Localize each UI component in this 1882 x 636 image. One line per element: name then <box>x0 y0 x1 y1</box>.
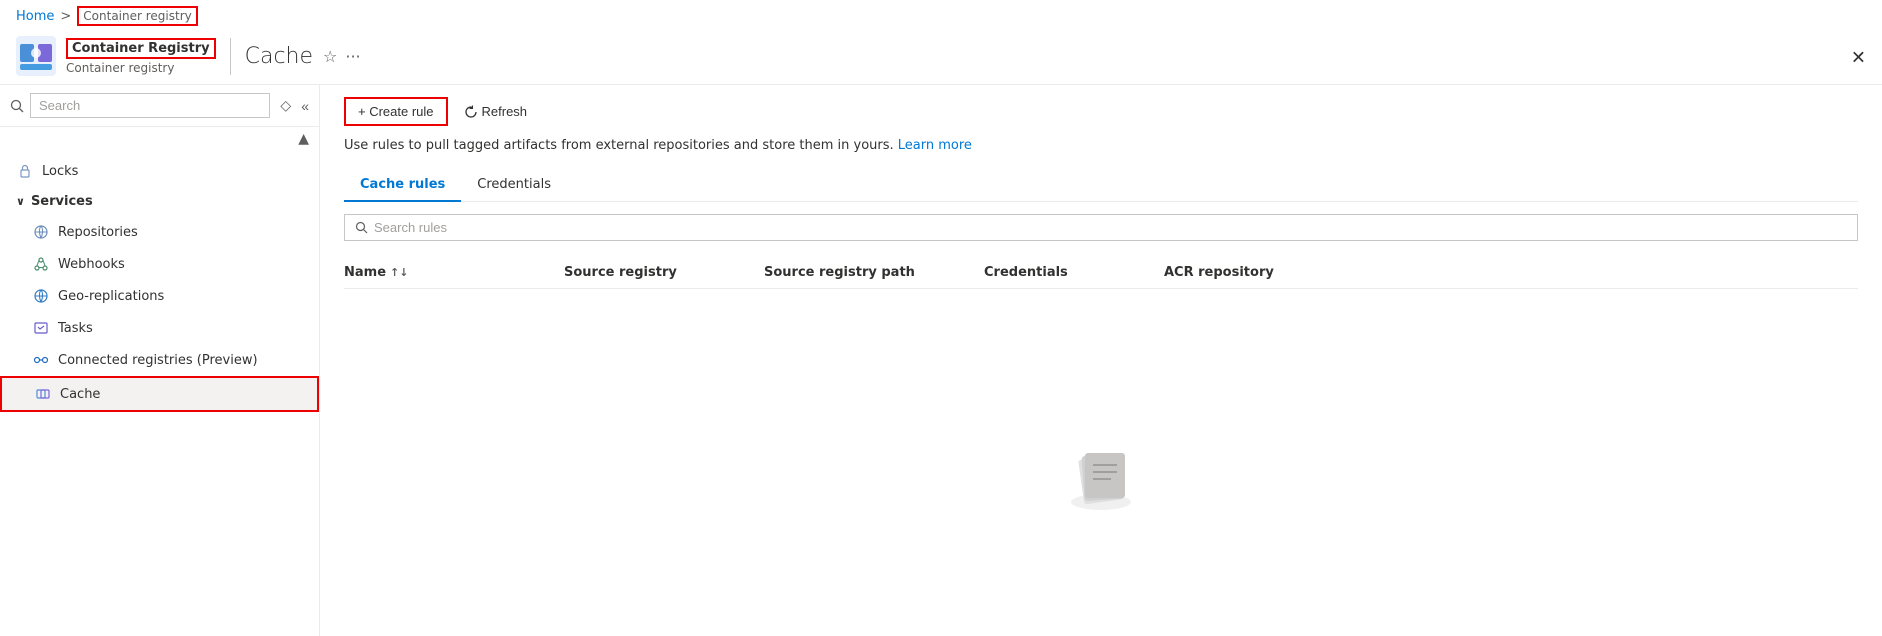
learn-more-link[interactable]: Learn more <box>898 138 972 153</box>
empty-state <box>344 289 1858 624</box>
col-header-path: Source registry path <box>764 265 984 280</box>
favorite-icon[interactable]: ☆ <box>323 47 337 66</box>
more-options-icon[interactable]: ··· <box>345 47 360 66</box>
geo-icon <box>32 287 50 305</box>
sidebar-item-cache[interactable]: Cache <box>0 376 319 412</box>
sidebar-section-label-services: Services <box>31 194 93 209</box>
close-icon[interactable]: ✕ <box>1851 48 1866 69</box>
connected-icon <box>32 351 50 369</box>
refresh-button[interactable]: Refresh <box>456 99 536 124</box>
sidebar-item-label-cache: Cache <box>60 387 100 402</box>
refresh-label: Refresh <box>482 104 528 119</box>
search-icon <box>10 99 24 113</box>
sidebar-item-label-geo: Geo-replications <box>58 289 164 304</box>
sidebar-item-label-tasks: Tasks <box>58 321 93 336</box>
cache-icon <box>34 385 52 403</box>
breadcrumb-current: Container registry <box>77 6 197 26</box>
resource-name-label: Container Registry <box>66 38 216 59</box>
col-header-name: Name ↑↓ <box>344 265 564 280</box>
sort-icon[interactable]: ↑↓ <box>390 266 408 279</box>
info-text-content: Use rules to pull tagged artifacts from … <box>344 138 894 153</box>
sidebar-item-label-repositories: Repositories <box>58 225 138 240</box>
create-rule-button[interactable]: + Create rule <box>344 97 448 126</box>
col-header-credentials: Credentials <box>984 265 1164 280</box>
webhooks-icon <box>32 255 50 273</box>
lock-icon <box>16 162 34 180</box>
tab-cache-rules[interactable]: Cache rules <box>344 169 461 202</box>
breadcrumb: Home > Container registry <box>0 0 1882 32</box>
empty-illustration <box>1061 437 1141 517</box>
tab-credentials[interactable]: Credentials <box>461 169 567 202</box>
header-actions: ☆ ··· <box>323 47 361 66</box>
sidebar-search-bar: ◇ « <box>0 85 319 127</box>
col-header-acr: ACR repository <box>1164 265 1858 280</box>
sidebar-item-label-connected: Connected registries (Preview) <box>58 353 258 368</box>
header-title-group: Container Registry Container registry <box>66 38 231 75</box>
sidebar-item-label-webhooks: Webhooks <box>58 257 125 272</box>
breadcrumb-home[interactable]: Home <box>16 9 54 24</box>
page-title: Cache <box>245 44 313 69</box>
sidebar-item-geo-replications[interactable]: Geo-replications <box>0 280 319 312</box>
tabs: Cache rules Credentials <box>344 169 1858 202</box>
main-content: + Create rule Refresh Use rules to pull … <box>320 85 1882 636</box>
search-input[interactable] <box>30 93 270 118</box>
col-header-source: Source registry <box>564 265 764 280</box>
sidebar-section-services[interactable]: ∨ Services <box>0 187 319 216</box>
table-header: Name ↑↓ Source registry Source registry … <box>344 257 1858 289</box>
search-rules-icon <box>355 221 368 234</box>
collapse-button[interactable]: « <box>301 98 309 114</box>
resource-icon <box>16 36 56 76</box>
toolbar: + Create rule Refresh <box>344 97 1858 126</box>
search-rules-input[interactable] <box>374 220 1847 235</box>
sidebar-item-repositories[interactable]: Repositories <box>0 216 319 248</box>
sidebar-content: Locks ∨ Services Repositories Webhooks <box>0 151 319 636</box>
main-layout: ◇ « ▲ Locks ∨ Services <box>0 85 1882 636</box>
repositories-icon <box>32 223 50 241</box>
sidebar-item-connected-registries[interactable]: Connected registries (Preview) <box>0 344 319 376</box>
sidebar-item-webhooks[interactable]: Webhooks <box>0 248 319 280</box>
sidebar-item-locks[interactable]: Locks <box>0 155 319 187</box>
info-text: Use rules to pull tagged artifacts from … <box>344 138 1858 153</box>
scroll-up-icon[interactable]: ▲ <box>298 131 309 147</box>
search-rules-bar <box>344 214 1858 241</box>
sidebar: ◇ « ▲ Locks ∨ Services <box>0 85 320 636</box>
filter-button[interactable]: ◇ <box>276 95 295 116</box>
sidebar-item-label-locks: Locks <box>42 164 78 179</box>
tasks-icon <box>32 319 50 337</box>
sidebar-item-tasks[interactable]: Tasks <box>0 312 319 344</box>
resource-type-label: Container registry <box>66 61 216 75</box>
page-header: Container Registry Container registry Ca… <box>0 32 1882 85</box>
chevron-down-icon: ∨ <box>16 195 25 208</box>
refresh-icon <box>464 105 478 119</box>
breadcrumb-separator: > <box>60 9 71 24</box>
